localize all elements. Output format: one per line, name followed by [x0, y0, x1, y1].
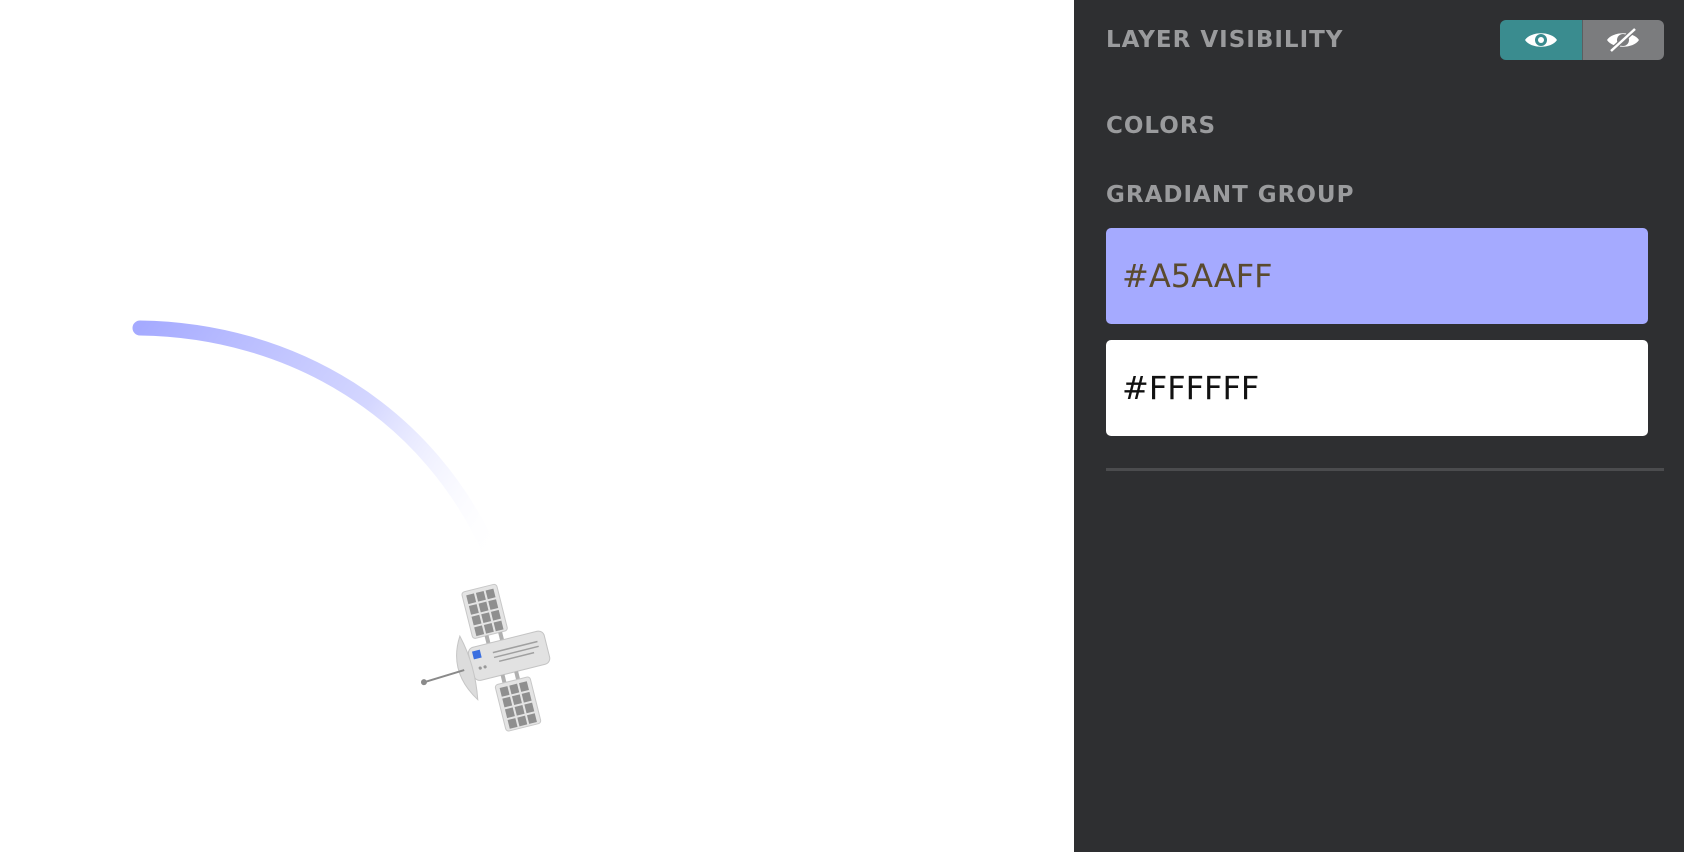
properties-panel: LAYER VISIBILITY COLORS GRADIANT GROUP #… [1074, 0, 1684, 852]
orbit-arc[interactable] [132, 320, 502, 568]
swatch-hex-value: #FFFFFF [1122, 369, 1260, 407]
satellite-icon[interactable] [402, 575, 564, 748]
gradient-start-swatch[interactable]: #A5AAFF [1106, 228, 1648, 324]
swatch-hex-value: #A5AAFF [1122, 257, 1273, 295]
colors-label: COLORS [1106, 113, 1217, 139]
solar-panel-bottom [494, 671, 542, 732]
antenna-dish [420, 634, 479, 701]
panel-divider [1106, 468, 1664, 471]
gradient-end-swatch[interactable]: #FFFFFF [1106, 340, 1648, 436]
hidden-toggle-button[interactable] [1581, 20, 1664, 60]
visibility-toggle[interactable] [1500, 20, 1664, 60]
eye-icon [1524, 33, 1557, 47]
solar-panel-top [461, 583, 508, 644]
layer-visibility-label: LAYER VISIBILITY [1106, 27, 1344, 53]
eye-slash-icon [1607, 27, 1640, 53]
canvas-svg [132, 320, 564, 748]
gradient-group-label: GRADIANT GROUP [1106, 182, 1355, 208]
visible-toggle-button[interactable] [1500, 20, 1582, 60]
canvas-area[interactable] [0, 0, 1074, 852]
